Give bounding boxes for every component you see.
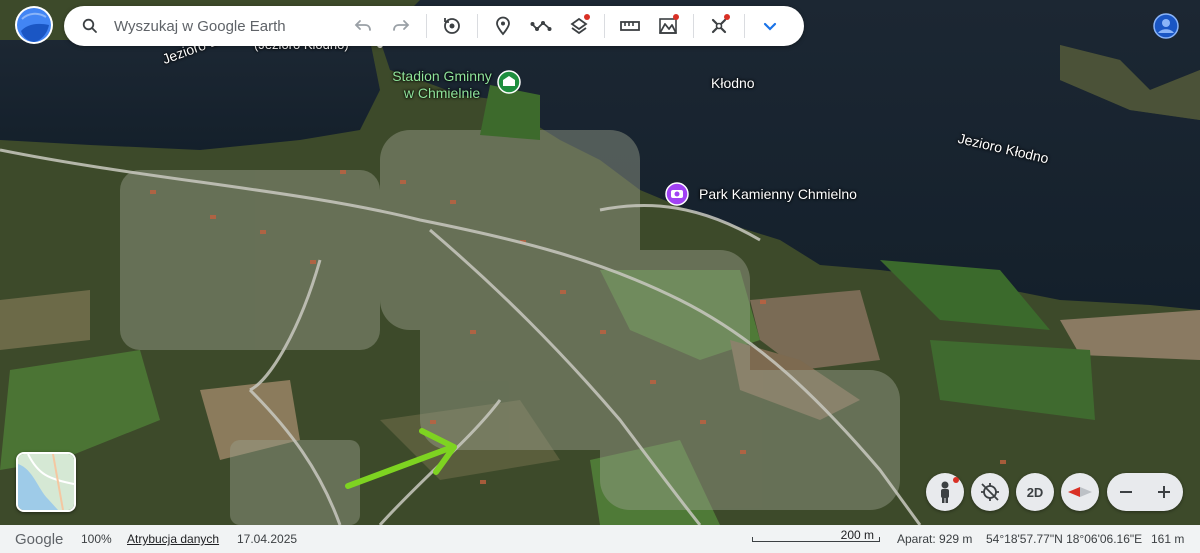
stadium-label-line2: w Chmielnie	[403, 85, 481, 101]
imagery-date: 17.04.2025	[237, 532, 298, 546]
search-icon	[82, 18, 97, 33]
account-icon	[1153, 13, 1179, 39]
plus-icon	[1158, 486, 1170, 498]
park-poi-marker[interactable]	[665, 182, 689, 206]
projects-button[interactable]	[700, 6, 738, 46]
earth-globe-icon	[15, 6, 53, 44]
redo-button[interactable]	[382, 6, 420, 46]
redo-icon	[393, 20, 410, 31]
ruler-icon	[620, 21, 640, 31]
notification-dot	[724, 14, 730, 20]
search-box[interactable]	[64, 6, 344, 46]
notification-dot	[584, 14, 590, 20]
path-icon	[530, 21, 552, 31]
scale-bar: 200 m	[752, 528, 880, 544]
compass-icon	[1068, 487, 1092, 497]
stadium-label-line1: Stadion Gminny	[392, 68, 492, 84]
toolbar-divider	[426, 14, 427, 38]
account-avatar[interactable]	[1153, 13, 1179, 39]
chevron-down-icon	[763, 22, 777, 31]
top-toolbar	[64, 6, 804, 46]
minimap-icon	[18, 454, 74, 510]
coordinates: 54°18'57.77"N 18°06'06.16"E	[986, 532, 1143, 546]
minus-icon	[1120, 491, 1132, 493]
undo-button[interactable]	[344, 6, 382, 46]
notification-dot	[953, 477, 959, 483]
camera-altitude: Aparat: 929 m	[897, 532, 973, 546]
zoom-in-button[interactable]	[1145, 473, 1183, 511]
zoom-out-button[interactable]	[1107, 473, 1145, 511]
stadium-poi-marker[interactable]	[497, 70, 521, 94]
view-mode-label: 2D	[1026, 484, 1044, 500]
street-view-button[interactable]	[926, 473, 964, 511]
google-earth-logo[interactable]	[14, 5, 54, 45]
layers-button[interactable]	[560, 6, 598, 46]
zoom-percentage: 100%	[81, 532, 112, 546]
expand-toolbar-button[interactable]	[751, 6, 789, 46]
history-icon	[444, 18, 460, 34]
google-logo: Google	[15, 530, 64, 548]
pin-icon	[496, 16, 510, 36]
minimap-thumbnail[interactable]	[16, 452, 76, 512]
zoom-controls	[1107, 473, 1183, 511]
search-input[interactable]	[112, 16, 336, 36]
toolbar-divider	[693, 14, 694, 38]
compass-button[interactable]	[1061, 473, 1099, 511]
draw-path-button[interactable]	[522, 6, 560, 46]
measure-button[interactable]	[611, 6, 649, 46]
map-style-button[interactable]	[649, 6, 687, 46]
toolbar-divider	[604, 14, 605, 38]
town-label[interactable]: Kłodno	[711, 75, 755, 91]
data-attribution-link[interactable]: Atrybucja danych	[127, 532, 237, 546]
undo-icon	[354, 20, 371, 31]
location-button[interactable]	[971, 473, 1009, 511]
satellite-map[interactable]	[0, 0, 1200, 525]
notification-dot	[673, 14, 679, 20]
add-placemark-button[interactable]	[484, 6, 522, 46]
location-off-icon	[981, 483, 999, 501]
toolbar-divider	[744, 14, 745, 38]
history-button[interactable]	[433, 6, 471, 46]
view-mode-toggle[interactable]: 2D	[1016, 473, 1054, 511]
park-label[interactable]: Park Kamienny Chmielno	[699, 186, 857, 202]
scale-line	[752, 537, 880, 542]
elevation: 161 m	[1151, 532, 1185, 546]
pegman-icon	[941, 481, 949, 503]
toolbar-divider	[477, 14, 478, 38]
stadium-label[interactable]: Stadion Gminny w Chmielnie	[383, 68, 501, 102]
